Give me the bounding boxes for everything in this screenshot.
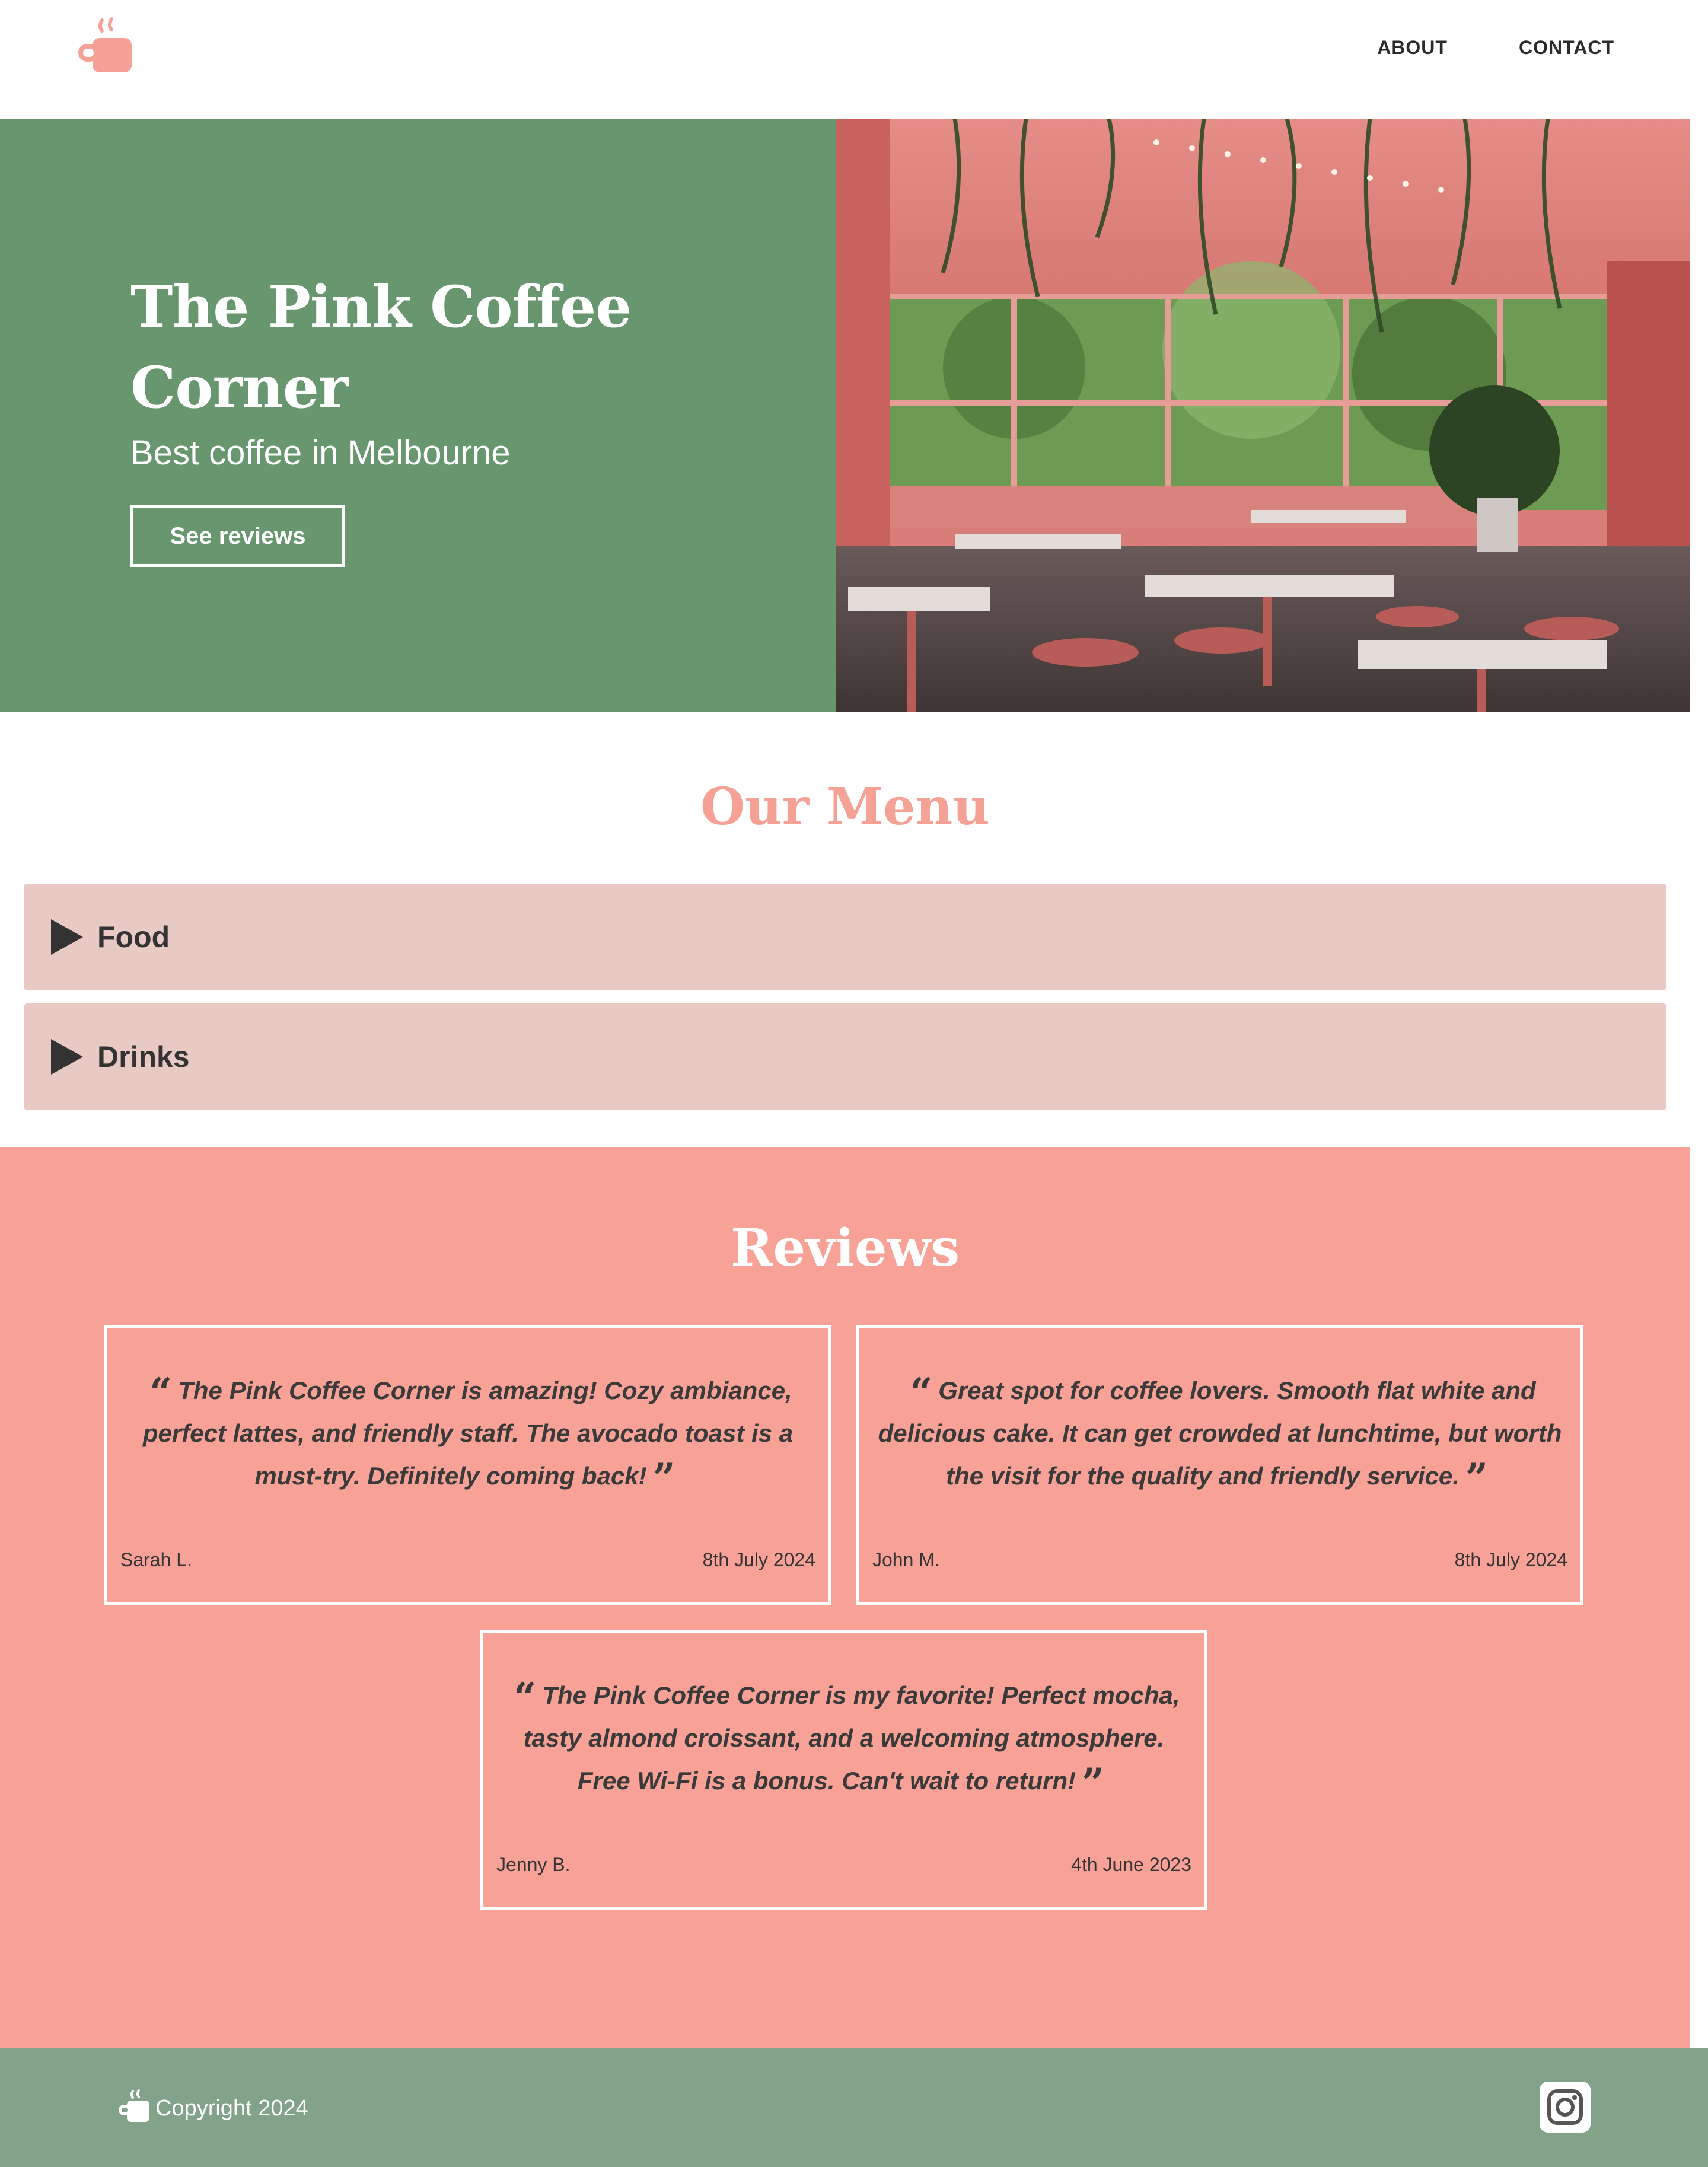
menu-drinks-accordion[interactable]: Drinks: [24, 1003, 1666, 1110]
menu-heading: Our Menu: [700, 777, 990, 837]
menu-section-label: Drinks: [97, 1040, 190, 1073]
review-date: 8th July 2024: [1454, 1549, 1567, 1570]
cafe-interior-photo: [836, 119, 1690, 712]
open-quote-icon: “: [149, 1369, 173, 1416]
expand-triangle-icon: [51, 1039, 83, 1075]
review-quote: “The Pink Coffee Corner is amazing! Cozy…: [119, 1369, 817, 1497]
cafe-interior-image: [836, 119, 1690, 712]
review-text: The Pink Coffee Corner is amazing! Cozy …: [142, 1376, 794, 1490]
review-card: “The Pink Coffee Corner is amazing! Cozy…: [104, 1325, 831, 1605]
nav-about-link[interactable]: ABOUT: [1341, 37, 1483, 59]
reviews-heading: Reviews: [731, 1218, 960, 1278]
menu-section-label: Food: [97, 920, 170, 954]
review-quote: “The Pink Coffee Corner is my favorite! …: [495, 1674, 1193, 1802]
review-card: “The Pink Coffee Corner is my favorite! …: [480, 1630, 1207, 1910]
review-date: 8th July 2024: [702, 1549, 815, 1570]
close-quote-icon: ”: [1465, 1455, 1488, 1501]
reviewer-name: John M.: [872, 1549, 940, 1570]
site-footer: Copyright 2024: [0, 2048, 1708, 2167]
site-header: ABOUT CONTACT: [0, 0, 1690, 119]
coffee-cup-icon: [119, 2089, 149, 2122]
review-date: 4th June 2023: [1071, 1854, 1191, 1875]
coffee-cup-icon[interactable]: [75, 15, 138, 78]
instagram-icon[interactable]: [1540, 2082, 1591, 2133]
main-nav: ABOUT CONTACT: [1341, 37, 1614, 59]
hero-panel: The Pink Coffee Corner Best coffee in Me…: [0, 119, 836, 712]
menu-food-accordion[interactable]: Food: [24, 884, 1666, 990]
hero-section: The Pink Coffee Corner Best coffee in Me…: [0, 119, 1690, 712]
reviews-section: Reviews “The Pink Coffee Corner is amazi…: [0, 1147, 1690, 2048]
review-card: “Great spot for coffee lovers. Smooth fl…: [856, 1325, 1583, 1605]
hero-title: The Pink Coffee Corner: [130, 273, 632, 421]
see-reviews-button[interactable]: See reviews: [130, 505, 345, 567]
hero-subtitle: Best coffee in Melbourne: [130, 434, 511, 472]
nav-contact-link[interactable]: CONTACT: [1483, 37, 1614, 59]
open-quote-icon: “: [910, 1369, 933, 1416]
open-quote-icon: “: [514, 1674, 537, 1720]
review-quote: “Great spot for coffee lovers. Smooth fl…: [871, 1369, 1569, 1497]
copyright-text: Copyright 2024: [155, 2096, 308, 2121]
expand-triangle-icon: [51, 919, 83, 955]
reviewer-name: Jenny B.: [496, 1854, 571, 1875]
close-quote-icon: ”: [652, 1455, 675, 1501]
reviewer-name: Sarah L.: [120, 1549, 192, 1570]
close-quote-icon: ”: [1082, 1760, 1105, 1806]
